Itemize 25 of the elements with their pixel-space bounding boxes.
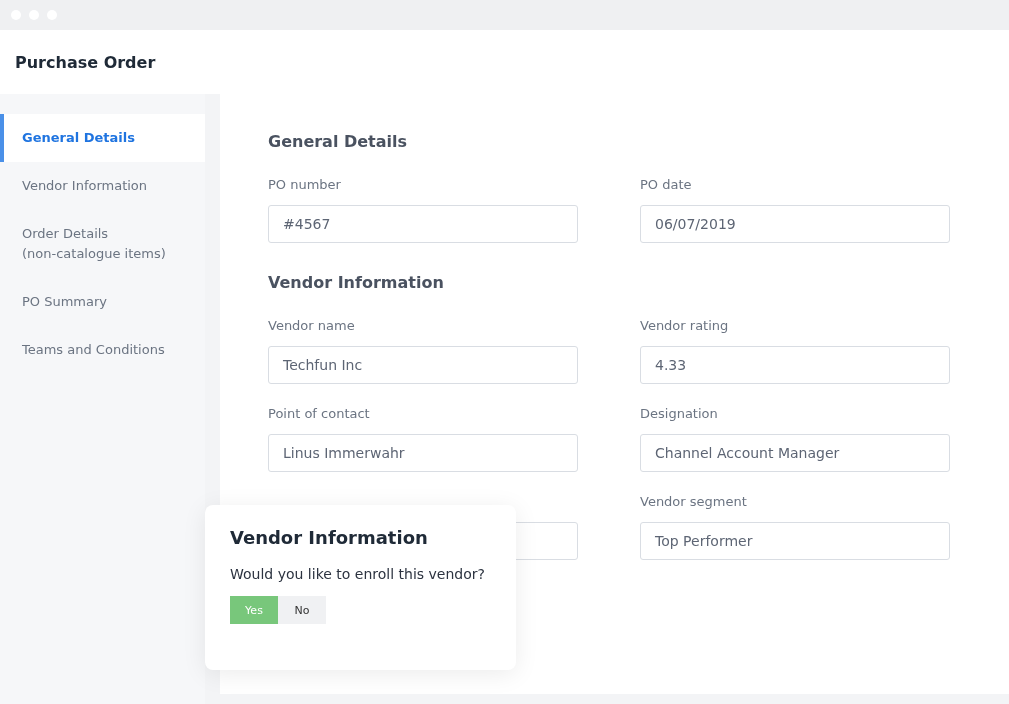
input-field[interactable]: 06/07/2019 [640,205,950,243]
popup-title: Vendor Information [230,527,429,548]
sidebar-item[interactable]: Vendor Information [0,162,205,210]
field-label: Vendor segment [640,494,748,510]
input-field[interactable]: Techfun Inc [268,346,578,384]
field-label: Point of contact [268,406,371,422]
input-field[interactable]: #4567 [268,205,578,243]
page-title: Purchase Order [15,52,156,72]
input-field[interactable]: Channel Account Manager [640,434,950,472]
sidebar-item[interactable]: Order Details (non-catalogue items) [0,210,205,278]
field-label: Vendor name [268,318,356,334]
section-title: General Details [268,132,409,151]
section-title: Vendor Information [268,273,445,292]
input-field[interactable]: Top Performer [640,522,950,560]
input-field[interactable]: 4.33 [640,346,950,384]
popup-question: Would you like to enroll this vendor? [230,566,486,582]
sidebar-item[interactable]: PO Summary [0,278,205,326]
field-label: Designation [640,406,719,422]
option-button[interactable]: No [278,596,326,624]
sidebar-item[interactable]: General Details [0,114,205,162]
field-label: Vendor rating [640,318,730,334]
field-label: PO date [640,177,693,193]
sidebar-item[interactable]: Teams and Conditions [0,326,205,374]
input-field[interactable]: Linus Immerwahr [268,434,578,472]
field-label: PO number [268,177,342,193]
